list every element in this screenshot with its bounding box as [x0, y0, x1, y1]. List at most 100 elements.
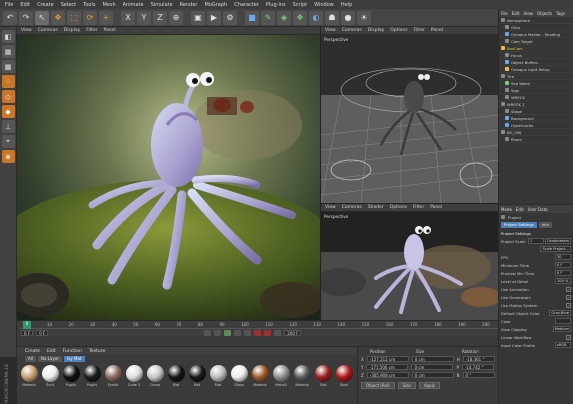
menu-item[interactable]: Plug-ins [266, 2, 286, 8]
attribute-menu-item[interactable]: Mode [501, 207, 512, 212]
viewport-menu-item[interactable]: Display [368, 28, 385, 33]
coordinate-mode-select[interactable]: Object (Rel) [361, 381, 395, 389]
object-row[interactable]: Room [499, 136, 573, 143]
viewport-menu-item[interactable]: View [21, 28, 32, 33]
texture-mode-icon[interactable]: ▩ [1, 60, 15, 73]
model-mode-icon[interactable]: ▦ [1, 45, 15, 58]
x-axis-icon[interactable]: X [121, 10, 135, 25]
coordinate-system-icon[interactable]: ⊕ [169, 10, 183, 25]
redo-icon[interactable]: ↷ [19, 10, 33, 25]
object-row[interactable]: BG_OBJ [499, 129, 573, 136]
object-row[interactable]: BoxCam [499, 45, 573, 52]
material-tab[interactable]: Ivy Mat [63, 355, 85, 362]
light-icon[interactable]: ☀ [357, 10, 371, 25]
menu-item[interactable]: Window [314, 2, 334, 8]
scene-icon[interactable]: ☗ [325, 10, 339, 25]
timeline-playhead[interactable]: 0 [23, 321, 31, 329]
material-item[interactable]: Pupils [83, 365, 101, 387]
material-item[interactable]: Mat [167, 365, 185, 387]
attribute-value-field[interactable] [555, 318, 571, 324]
camera-icon[interactable]: ● [341, 10, 355, 25]
viewport-menu-item[interactable]: Cameras [342, 205, 362, 210]
object-row[interactable]: Focus [499, 52, 573, 59]
object-row[interactable]: Sea Weed [499, 80, 573, 87]
move-icon[interactable]: ✥ [51, 10, 65, 25]
material-item[interactable]: Spot [335, 365, 353, 387]
subdivision-icon[interactable]: ◈ [277, 10, 291, 25]
y-axis-icon[interactable]: Y [137, 10, 151, 25]
attribute-checkbox[interactable]: ✓ [566, 286, 571, 292]
attribute-value-field[interactable]: sRGB [555, 342, 571, 348]
material-item[interactable]: Comp [146, 365, 164, 387]
play-icon[interactable] [224, 330, 232, 336]
array-icon[interactable]: ❖ [293, 10, 307, 25]
render-settings-icon[interactable]: ⚙ [223, 10, 237, 25]
object-menu-item[interactable]: Objects [537, 11, 552, 16]
step-forward-icon[interactable] [234, 330, 242, 336]
attribute-checkbox[interactable]: ✓ [566, 334, 571, 340]
render-view-icon[interactable]: ▣ [191, 10, 205, 25]
material-item[interactable]: Eyelid [104, 365, 122, 387]
tweak-mode-icon[interactable]: ⌖ [1, 135, 15, 148]
viewport-menu-item[interactable]: Cameras [342, 28, 362, 33]
object-row[interactable]: Octopus Light Setup [499, 66, 573, 73]
snap-icon[interactable]: ⊗ [1, 150, 15, 163]
material-item[interactable]: Sub [314, 365, 332, 387]
object-row[interactable]: Octopus Master - Shading [499, 31, 573, 38]
render-picture-viewer-icon[interactable]: ▶ [207, 10, 221, 25]
recent-tool-icon[interactable]: + [99, 10, 113, 25]
material-item[interactable]: Metalli [272, 365, 290, 387]
material-item[interactable]: Cube 2 [125, 365, 143, 387]
menu-item[interactable]: Mesh [102, 2, 115, 8]
object-row[interactable]: Cam Target [499, 38, 573, 45]
attribute-value-field[interactable]: Scale Project... [540, 246, 571, 252]
go-to-end-icon[interactable] [244, 330, 252, 336]
viewport-menu-item[interactable]: Panel [430, 205, 442, 210]
object-row[interactable]: Background [499, 115, 573, 122]
menu-item[interactable]: File [5, 2, 13, 8]
menu-item[interactable]: Help [341, 2, 352, 8]
attribute-tab[interactable]: Project Settings [501, 222, 537, 228]
viewport-menu-item[interactable]: Filter [414, 28, 425, 33]
main-viewport[interactable]: View Cameras Display Filter Panel [17, 27, 320, 320]
material-item[interactable]: Mat [188, 365, 206, 387]
shaded-viewport[interactable]: View Cameras Shader Options Filter Panel Pers… [320, 203, 499, 321]
material-tab[interactable]: All [25, 355, 36, 362]
viewport-menu-item[interactable]: Options [390, 205, 407, 210]
rotation-field[interactable]: -18.361 ° [462, 356, 495, 362]
object-row[interactable]: Sign [499, 87, 573, 94]
apply-button[interactable]: Apply [418, 381, 441, 389]
attribute-value-field[interactable]: 100 % [555, 278, 571, 284]
material-menu-item[interactable]: Edit [47, 349, 56, 354]
position-field[interactable]: -171.506 cm [366, 364, 409, 370]
viewport-menu-item[interactable]: Panel [431, 28, 443, 33]
viewport-menu-item[interactable]: View [325, 205, 336, 210]
points-mode-icon[interactable]: ⁘ [1, 75, 15, 88]
material-item[interactable]: Gloss [230, 365, 248, 387]
size-field[interactable]: 0 cm [411, 356, 454, 362]
z-axis-icon[interactable]: Z [153, 10, 167, 25]
menu-item[interactable]: Create [37, 2, 54, 8]
material-item[interactable]: Materia [20, 365, 38, 387]
menu-item[interactable]: Character [234, 2, 259, 8]
edges-mode-icon[interactable]: ◇ [1, 90, 15, 103]
menu-item[interactable]: MoGraph [204, 2, 227, 8]
material-menu-item[interactable]: Texture [89, 349, 105, 354]
object-menu-item[interactable]: Tags [556, 11, 565, 16]
attribute-value-field[interactable]: Medium [552, 326, 571, 332]
keyframe-icon[interactable] [274, 330, 282, 336]
attribute-value-field[interactable]: 30 [555, 254, 571, 260]
object-row[interactable]: Object Buffers [499, 59, 573, 66]
rotate-icon[interactable]: ⟳ [83, 10, 97, 25]
pen-spline-icon[interactable]: ✎ [261, 10, 275, 25]
cube-icon[interactable]: ■ [245, 10, 259, 25]
object-menu-item[interactable]: View [523, 11, 533, 16]
viewport-menu-item[interactable]: Filter [413, 205, 424, 210]
menu-item[interactable]: Animate [123, 2, 144, 8]
make-editable-icon[interactable]: ◧ [1, 30, 15, 43]
menu-item[interactable]: Simulate [151, 2, 173, 8]
go-to-start-icon[interactable] [204, 330, 212, 336]
rotation-field[interactable]: -14.742 ° [461, 364, 494, 370]
step-back-icon[interactable] [214, 330, 222, 336]
viewport-menu-item[interactable]: Panel [103, 28, 115, 33]
